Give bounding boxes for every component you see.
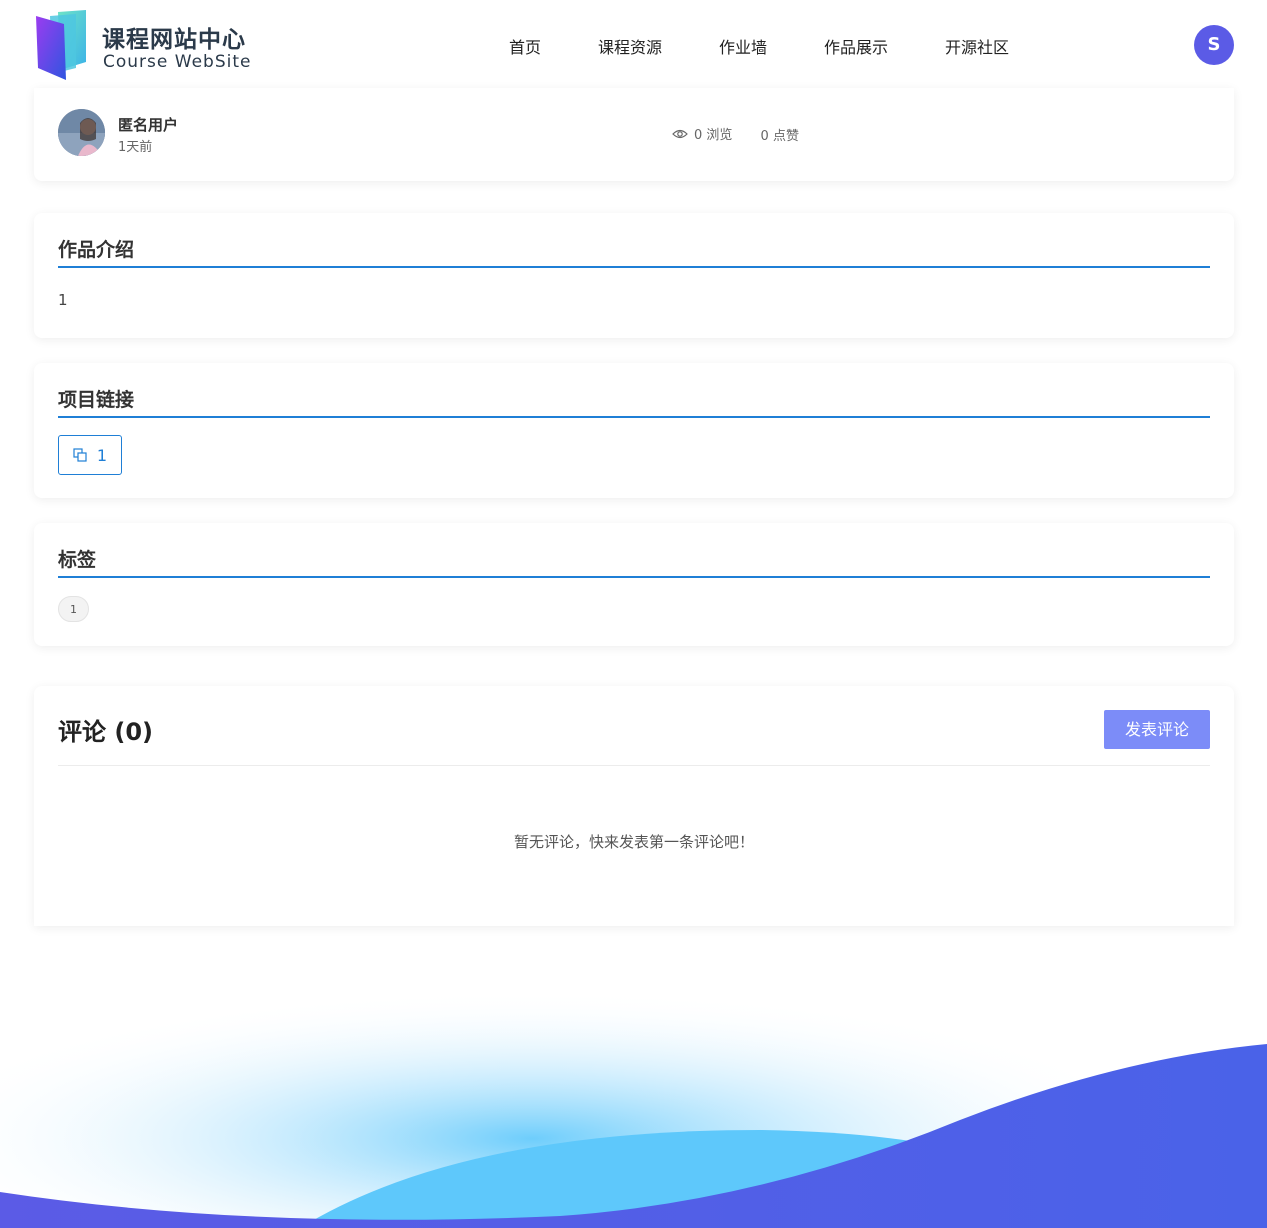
tags-underline [58,576,1210,578]
author-card: 匿名用户 1天前 0 浏览 0 点赞 [34,88,1234,181]
brand-title-en: Course WebSite [103,52,252,72]
intro-text: 1 [58,291,68,309]
user-avatar-button[interactable]: S [1194,25,1234,65]
comments-card: 评论 (0) 发表评论 暂无评论，快来发表第一条评论吧！ [34,686,1234,926]
intro-title-underline [58,266,1210,268]
footer-wave-decoration [0,930,1267,1228]
post-time: 1天前 [118,140,153,155]
project-links-title: 项目链接 [58,389,135,411]
intro-title: 作品介绍 [58,239,135,261]
nav-item-homework-wall[interactable]: 作业墙 [719,34,767,58]
nav-item-works-showcase[interactable]: 作品展示 [824,34,888,58]
author-avatar[interactable] [58,109,105,156]
comments-title: 评论 (0) [58,718,153,746]
intro-card: 作品介绍 1 [34,213,1234,338]
copy-link-icon [73,448,87,462]
avatar-photo-icon [58,109,105,156]
post-stats: 0 浏览 0 点赞 [672,124,823,144]
empty-comments-message: 暂无评论，快来发表第一条评论吧！ [513,833,754,851]
project-link-button[interactable]: 1 [58,435,122,475]
project-link-label: 1 [96,445,108,465]
views-stat: 0 浏览 [672,124,732,143]
nav-item-course-resources[interactable]: 课程资源 [598,34,662,58]
views-count: 0 浏览 [694,128,733,143]
book-logo-icon[interactable] [36,10,96,80]
nav-item-open-source[interactable]: 开源社区 [945,34,1009,58]
tag-chip[interactable]: 1 [58,596,89,622]
author-name: 匿名用户 [118,116,179,134]
eye-icon [672,129,688,138]
project-links-underline [58,416,1210,418]
top-header: 课程网站中心 Course WebSite 首页 课程资源 作业墙 作品展示 开… [0,0,1267,90]
likes-count: 0 点赞 [760,128,799,144]
brand-title-cn: 课程网站中心 [102,27,246,53]
project-links-card: 项目链接 1 [34,363,1234,498]
tags-card: 标签 1 [34,523,1234,646]
nav-item-home[interactable]: 首页 [509,34,541,58]
tags-title: 标签 [58,549,97,571]
post-comment-button[interactable]: 发表评论 [1104,710,1210,749]
comments-divider [58,765,1210,766]
likes-stat[interactable]: 0 点赞 [761,125,799,144]
